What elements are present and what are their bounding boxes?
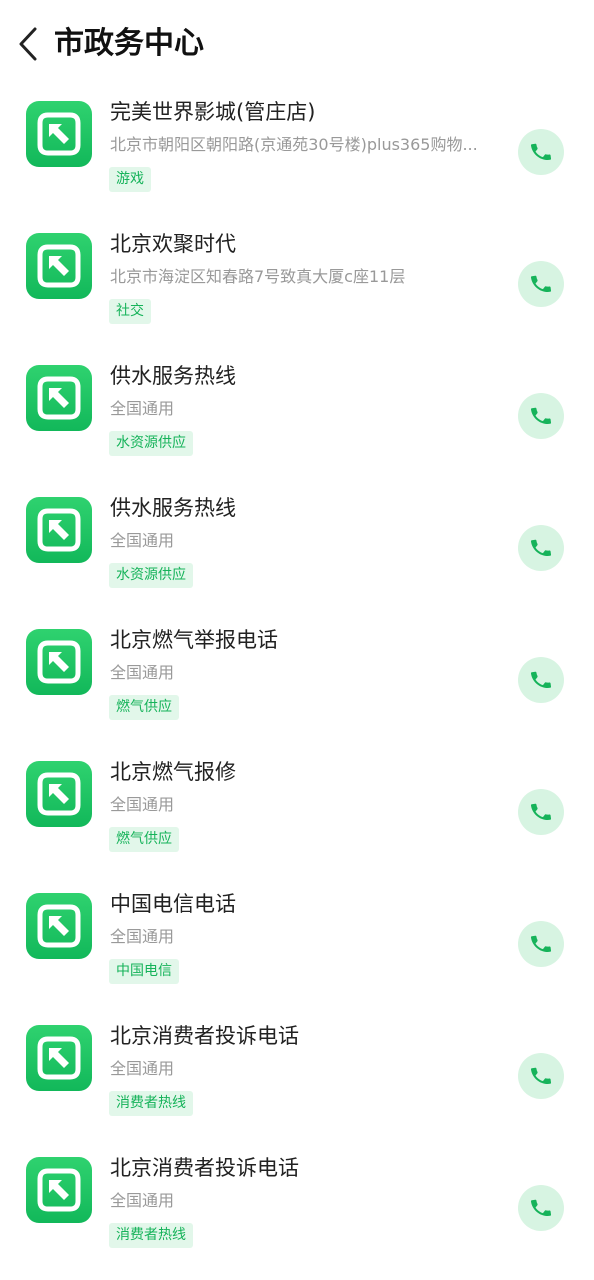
arrow-up-left-icon (37, 904, 81, 948)
category-tag: 消费者热线 (109, 1091, 193, 1116)
item-coverage: 全国通用 (110, 927, 175, 946)
list-item[interactable]: 供水服务热线 全国通用 水资源供应 (0, 484, 594, 616)
page-title: 市政务中心 (54, 26, 204, 61)
list-item[interactable]: 北京燃气报修 全国通用 燃气供应 (0, 748, 594, 880)
call-button[interactable] (518, 261, 564, 307)
phone-icon (530, 1067, 552, 1084)
app-icon (26, 1157, 92, 1223)
arrow-up-left-icon (37, 112, 81, 156)
item-address: 北京市朝阳区朝阳路(京通苑30号楼)plus365购物... (110, 135, 478, 154)
app-icon (26, 1025, 92, 1091)
call-button[interactable] (518, 657, 564, 703)
item-coverage: 全国通用 (110, 663, 175, 682)
item-title: 供水服务热线 (110, 496, 236, 520)
phone-icon (530, 935, 552, 952)
item-title: 中国电信电话 (110, 892, 236, 916)
app-icon (26, 365, 92, 431)
app-icon (26, 497, 92, 563)
app-icon (26, 233, 92, 299)
phone-icon (530, 671, 552, 688)
app-icon (26, 629, 92, 695)
item-coverage: 全国通用 (110, 1191, 175, 1210)
list-item[interactable]: 北京欢聚时代 北京市海淀区知春路7号致真大厦c座11层 社交 (0, 220, 594, 352)
call-button[interactable] (518, 525, 564, 571)
app-icon (26, 101, 92, 167)
arrow-up-left-icon (37, 772, 81, 816)
call-button[interactable] (518, 1185, 564, 1231)
arrow-up-left-icon (37, 1036, 81, 1080)
arrow-up-left-icon (37, 376, 81, 420)
phone-icon (530, 803, 552, 820)
item-title: 北京燃气报修 (110, 760, 236, 784)
category-tag: 游戏 (109, 167, 151, 192)
call-button[interactable] (518, 393, 564, 439)
app-icon (26, 761, 92, 827)
category-tag: 燃气供应 (109, 695, 179, 720)
phone-icon (530, 1199, 552, 1216)
item-address: 北京市海淀区知春路7号致真大厦c座11层 (110, 267, 406, 286)
item-title: 北京消费者投诉电话 (110, 1024, 299, 1048)
item-coverage: 全国通用 (110, 795, 175, 814)
back-button[interactable] (8, 22, 48, 66)
service-list: 完美世界影城(管庄店) 北京市朝阳区朝阳路(京通苑30号楼)plus365购物.… (0, 88, 594, 1276)
list-item[interactable]: 北京消费者投诉电话 全国通用 消费者热线 (0, 1144, 594, 1276)
arrow-up-left-icon (37, 640, 81, 684)
item-title: 北京燃气举报电话 (110, 628, 278, 652)
call-button[interactable] (518, 1053, 564, 1099)
item-title: 北京欢聚时代 (110, 232, 236, 256)
phone-icon (530, 143, 552, 160)
category-tag: 中国电信 (109, 959, 179, 984)
chevron-left-icon (19, 27, 37, 61)
list-item[interactable]: 北京消费者投诉电话 全国通用 消费者热线 (0, 1012, 594, 1144)
call-button[interactable] (518, 921, 564, 967)
arrow-up-left-icon (37, 244, 81, 288)
phone-icon (530, 539, 552, 556)
category-tag: 水资源供应 (109, 431, 193, 456)
category-tag: 消费者热线 (109, 1223, 193, 1248)
list-item[interactable]: 北京燃气举报电话 全国通用 燃气供应 (0, 616, 594, 748)
call-button[interactable] (518, 129, 564, 175)
list-item[interactable]: 完美世界影城(管庄店) 北京市朝阳区朝阳路(京通苑30号楼)plus365购物.… (0, 88, 594, 220)
list-item[interactable]: 中国电信电话 全国通用 中国电信 (0, 880, 594, 1012)
app-icon (26, 893, 92, 959)
item-coverage: 全国通用 (110, 1059, 175, 1078)
category-tag: 社交 (109, 299, 151, 324)
header-bar: 市政务中心 (0, 0, 594, 88)
arrow-up-left-icon (37, 508, 81, 552)
arrow-up-left-icon (37, 1168, 81, 1212)
page: 市政务中心 完美世界影城(管庄店) 北京市朝阳区朝阳路(京通苑30号楼)plus… (0, 0, 594, 1280)
item-title: 供水服务热线 (110, 364, 236, 388)
category-tag: 水资源供应 (109, 563, 193, 588)
phone-icon (530, 275, 552, 292)
list-item[interactable]: 供水服务热线 全国通用 水资源供应 (0, 352, 594, 484)
category-tag: 燃气供应 (109, 827, 179, 852)
call-button[interactable] (518, 789, 564, 835)
item-coverage: 全国通用 (110, 531, 175, 550)
item-title: 北京消费者投诉电话 (110, 1156, 299, 1180)
item-title: 完美世界影城(管庄店) (110, 100, 316, 124)
phone-icon (530, 407, 552, 424)
item-coverage: 全国通用 (110, 399, 175, 418)
